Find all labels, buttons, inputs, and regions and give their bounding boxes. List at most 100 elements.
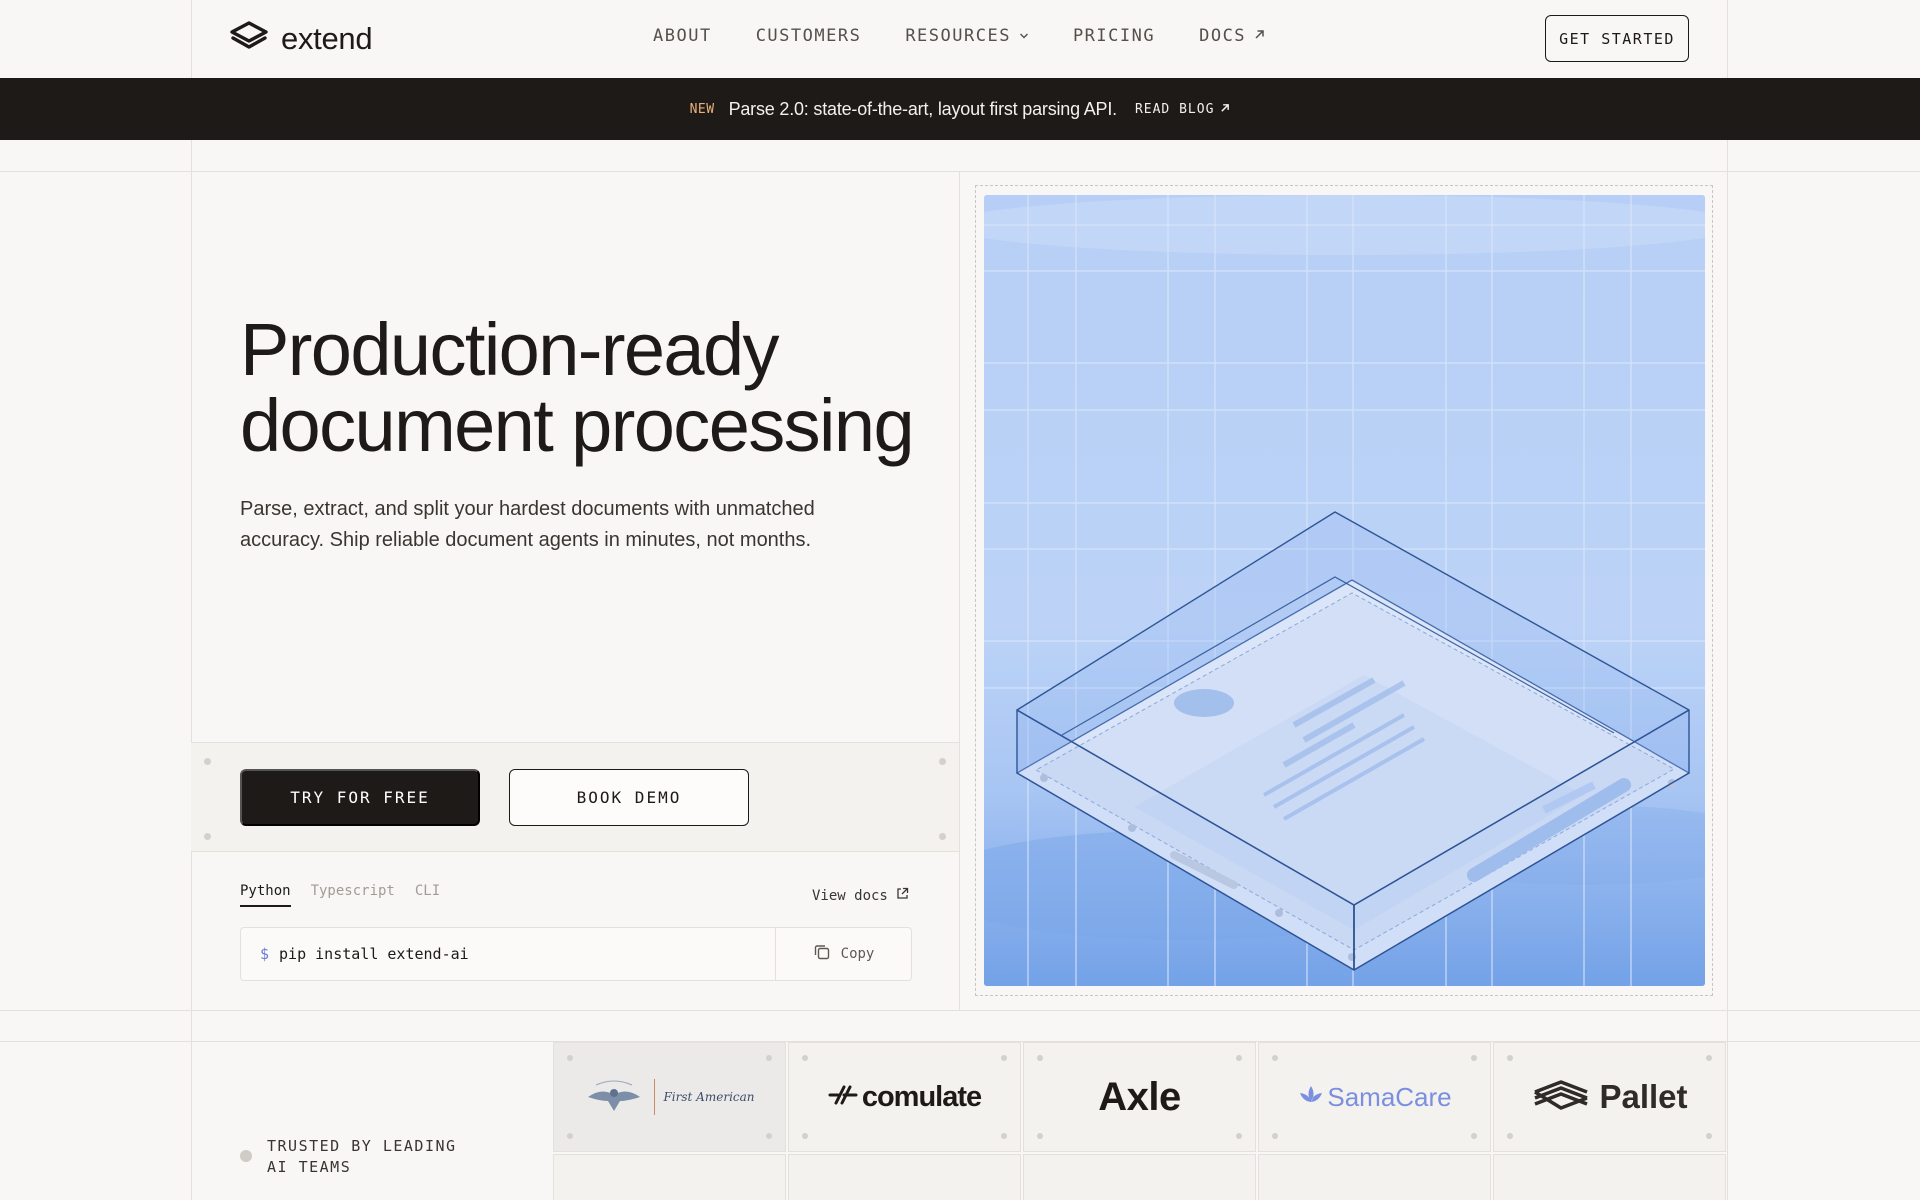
logo-cell-row2 [788, 1154, 1021, 1200]
nav-customers[interactable]: CUSTOMERS [756, 26, 862, 46]
comulate-mark-icon [828, 1083, 858, 1112]
corner-dot [1507, 1055, 1513, 1061]
hero-subtitle: Parse, extract, and split your hardest d… [240, 494, 890, 556]
language-tabs: Python Typescript CLI [240, 883, 440, 907]
logo-cell-row2 [1023, 1154, 1256, 1200]
corner-dot [567, 1055, 573, 1061]
nav-docs[interactable]: DOCS [1199, 26, 1265, 46]
hero-title-line-1: Production-ready [240, 308, 780, 391]
customer-logo-comulate: comulate [788, 1042, 1021, 1152]
corner-dot [1236, 1055, 1242, 1061]
customer-logo-axle: Axle [1023, 1042, 1256, 1152]
corner-dot [939, 758, 946, 765]
corner-dot [1471, 1055, 1477, 1061]
nav-customers-label: CUSTOMERS [755, 26, 862, 46]
brand-logo[interactable]: extend [229, 20, 373, 57]
document-illustration [984, 195, 1705, 986]
frame-line-hero-top [0, 171, 1920, 172]
corner-dot [1236, 1133, 1242, 1139]
read-blog-link[interactable]: READ BLOG [1135, 102, 1230, 117]
trusted-by-label: TRUSTED BY LEADING AI TEAMS [267, 1136, 487, 1178]
install-command[interactable]: $ pip install extend-ai [241, 945, 775, 963]
view-docs-link[interactable]: View docs [812, 887, 909, 904]
frame-line-center [959, 172, 960, 1010]
nav-about[interactable]: ABOUT [653, 26, 712, 46]
arrow-up-right-icon [1220, 102, 1230, 117]
install-command-box: $ pip install extend-ai Copy [240, 927, 912, 981]
axle-wordmark: Axle [1098, 1074, 1181, 1119]
corner-dot [766, 1055, 772, 1061]
nav-pricing-label: PRICING [1072, 26, 1156, 46]
logo-cell-row2 [1493, 1154, 1726, 1200]
arrow-up-right-icon [1254, 29, 1265, 44]
corner-dot [1507, 1133, 1513, 1139]
hero-title: Production-ready document processing [240, 312, 915, 467]
corner-dot [204, 833, 211, 840]
nav-pricing[interactable]: PRICING [1073, 26, 1155, 46]
copy-button[interactable]: Copy [775, 928, 911, 980]
tab-cli[interactable]: CLI [415, 883, 440, 907]
banner-message: Parse 2.0: state-of-the-art, layout firs… [728, 98, 1118, 119]
logo-cell-row2 [1258, 1154, 1491, 1200]
trusted-line-1: TRUSTED BY LEADING [267, 1137, 457, 1155]
announcement-banner: NEW Parse 2.0: state-of-the-art, layout … [0, 78, 1920, 140]
logo-cell-row2 [553, 1154, 786, 1200]
tab-python[interactable]: Python [240, 883, 291, 907]
corner-dot [204, 758, 211, 765]
nav-resources[interactable]: RESOURCES [905, 26, 1029, 46]
corner-dot [1272, 1133, 1278, 1139]
lotus-icon [1297, 1084, 1325, 1111]
samacare-wordmark: SamaCare [1327, 1081, 1452, 1112]
main-nav: ABOUT CUSTOMERS RESOURCES PRICING DOCS [653, 26, 1265, 46]
customer-logo-samacare: SamaCare [1258, 1042, 1491, 1152]
customer-logo-pallet: Pallet [1493, 1042, 1726, 1152]
first-american-wordmark: First American [663, 1090, 755, 1104]
book-demo-button[interactable]: BOOK DEMO [509, 769, 749, 826]
layers-icon [229, 20, 269, 57]
corner-dot [1706, 1055, 1712, 1061]
corner-dot [802, 1133, 808, 1139]
corner-dot [1471, 1133, 1477, 1139]
corner-dot [939, 833, 946, 840]
trusted-dot [240, 1150, 252, 1162]
nav-about-label: ABOUT [653, 26, 712, 46]
banner-new-tag: NEW [689, 101, 715, 117]
view-docs-label: View docs [812, 887, 888, 904]
corner-dot [802, 1055, 808, 1061]
site-header: extend ABOUT CUSTOMERS RESOURCES PRICING… [191, 0, 1728, 78]
hero-title-line-2: document processing [240, 384, 915, 467]
pallet-wordmark: Pallet [1599, 1078, 1688, 1115]
corner-dot [1037, 1055, 1043, 1061]
eagle-seal-icon [584, 1075, 644, 1120]
nav-resources-label: RESOURCES [905, 26, 1011, 46]
corner-dot [1706, 1133, 1712, 1139]
copy-icon [813, 943, 831, 965]
brand-name: extend [281, 20, 373, 56]
hero-subtitle-line-1: Parse, extract, and split your hardest d… [240, 498, 815, 520]
logo-divider [654, 1079, 656, 1115]
external-link-icon [896, 887, 909, 904]
corner-dot [1272, 1055, 1278, 1061]
corner-dot [766, 1133, 772, 1139]
hero-subtitle-line-2: accuracy. Ship reliable document agents … [240, 529, 812, 551]
customer-logo-first-american: First American [553, 1042, 786, 1152]
install-command-text: pip install extend-ai [279, 945, 469, 963]
copy-label: Copy [840, 946, 875, 962]
corner-dot [1001, 1133, 1007, 1139]
nav-docs-label: DOCS [1199, 26, 1247, 46]
corner-dot [1037, 1133, 1043, 1139]
trusted-line-2: AI TEAMS [267, 1158, 352, 1176]
try-for-free-button[interactable]: TRY FOR FREE [240, 769, 480, 826]
frame-line-left [191, 0, 192, 1200]
corner-dot [567, 1133, 573, 1139]
pallet-stack-icon [1531, 1079, 1591, 1115]
frame-line-right [1727, 0, 1728, 1200]
read-blog-label: READ BLOG [1134, 101, 1215, 117]
tab-typescript[interactable]: Typescript [311, 883, 395, 907]
get-started-button[interactable]: GET STARTED [1545, 15, 1689, 62]
comulate-wordmark: comulate [861, 1080, 982, 1113]
chevron-down-icon [1019, 29, 1029, 44]
corner-dot [1001, 1055, 1007, 1061]
shell-prompt: $ [260, 945, 270, 963]
frame-line-hero-bottom [0, 1010, 1920, 1011]
